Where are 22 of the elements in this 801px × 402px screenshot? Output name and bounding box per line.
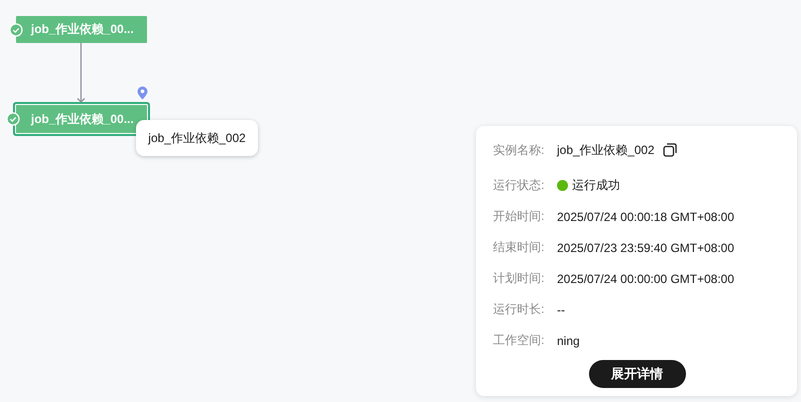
- field-label: 计划时间:: [493, 270, 546, 287]
- field-value: 2025/07/24 00:00:18 GMT+08:00: [557, 210, 734, 224]
- job-node[interactable]: job_作业依赖_00...: [13, 102, 150, 136]
- expand-details-button[interactable]: 展开详情: [588, 360, 686, 388]
- check-icon: [6, 112, 20, 126]
- job-node[interactable]: job_作业依赖_00...: [16, 16, 147, 43]
- field-label: 实例名称:: [493, 142, 546, 158]
- node-tooltip: job_作业依赖_002: [136, 120, 258, 156]
- field-value: --: [557, 302, 565, 316]
- copy-icon[interactable]: [663, 143, 678, 157]
- field-value: 2025/07/24 00:00:00 GMT+08:00: [557, 272, 734, 286]
- field-label: 工作空间:: [493, 332, 546, 349]
- field-label: 运行状态:: [493, 177, 546, 194]
- field-value: job_作业依赖_002: [557, 142, 654, 158]
- field-value: 2025/07/23 23:59:40 GMT+08:00: [557, 240, 734, 254]
- field-value: 运行成功: [572, 177, 620, 194]
- check-icon: [9, 22, 23, 36]
- field-label: 结束时间:: [493, 239, 546, 256]
- field-label: 运行时长:: [493, 301, 546, 318]
- field-value: ning: [557, 334, 580, 348]
- connector-arrow: [76, 43, 86, 103]
- field-label: 开始时间:: [493, 208, 546, 225]
